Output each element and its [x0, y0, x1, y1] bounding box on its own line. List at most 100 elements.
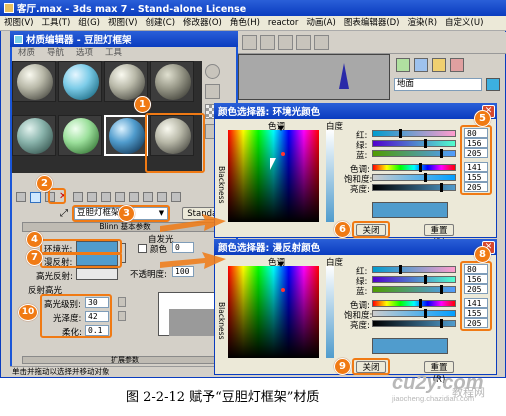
toolbar-btn-1[interactable]: [242, 35, 257, 50]
effects-channel-icon[interactable]: [115, 192, 125, 202]
picker2-value-slider[interactable]: [372, 319, 456, 328]
app-titlebar[interactable]: 客厅.max - 3ds max 7 - Stand-alone License: [0, 0, 506, 16]
menu-character[interactable]: 角色(H): [230, 16, 260, 30]
picker2-result-swatch: [372, 338, 448, 354]
picker2-red-slider[interactable]: [372, 265, 456, 274]
picker1-color-target: [281, 152, 285, 156]
go-parent-icon[interactable]: [157, 192, 167, 202]
menu-tools[interactable]: 工具(T): [41, 16, 70, 30]
picker1-saturation-slider[interactable]: [372, 173, 456, 182]
watermark-cn: 教程网: [452, 387, 485, 399]
app-menubar: 视图(V) 工具(T) 组(G) 视图(V) 创建(C) 修改器(O) 角色(H…: [0, 16, 506, 31]
toolbar-btn-5[interactable]: [314, 35, 329, 50]
material-sphere: [17, 118, 53, 154]
opacity-value-field[interactable]: 100: [172, 266, 194, 277]
menu-reactor[interactable]: reactor: [268, 16, 298, 30]
marker-8: 8: [474, 246, 491, 263]
material-sphere: [109, 64, 145, 100]
picker2-hue-slider[interactable]: [372, 299, 456, 308]
object-color-swatch[interactable]: [486, 78, 500, 91]
picker1-blue-slider[interactable]: [372, 149, 456, 158]
menu-view[interactable]: 视图(V): [4, 16, 33, 30]
mat-editor-title: 材质编辑器 - 豆胆灯框架: [26, 35, 132, 46]
blinn-rollout-header[interactable]: Blinn 基本参数: [22, 222, 228, 232]
sample-slot-2[interactable]: [58, 61, 102, 102]
pick-material-icon[interactable]: ⤢: [60, 208, 72, 220]
expand-params-rollout[interactable]: 扩展参数: [22, 356, 228, 364]
motion-tab-icon[interactable]: [450, 58, 464, 72]
sample-slot-5[interactable]: [12, 115, 56, 156]
picker2-green-slider[interactable]: [372, 275, 456, 284]
picker1-titlebar[interactable]: 颜色选择器: 环境光颜色 ✕: [214, 103, 497, 119]
menu-create[interactable]: 创建(C): [145, 16, 175, 30]
highlight-assign-button: [48, 188, 66, 204]
specular-label: 高光反射:: [36, 272, 73, 282]
picker1-red-slider[interactable]: [372, 129, 456, 138]
viewport[interactable]: [238, 54, 390, 100]
picker1-reset-button[interactable]: 重置(R): [424, 224, 454, 248]
watermark: cu2y.com 教程网 jiaocheng.chazidian.com: [392, 372, 502, 414]
toolbar-btn-2[interactable]: [260, 35, 275, 50]
specular-color-swatch[interactable]: [76, 268, 118, 280]
assign-to-selection-icon[interactable]: [30, 191, 41, 203]
unique-icon[interactable]: [87, 192, 97, 202]
toolbar-btn-4[interactable]: [296, 35, 311, 50]
material-sphere: [155, 64, 191, 100]
spec-level-map-button[interactable]: [118, 297, 126, 307]
go-sibling-icon[interactable]: [171, 192, 181, 202]
mat-menu-material[interactable]: 材质: [18, 47, 35, 60]
menu-modifiers[interactable]: 修改器(O): [183, 16, 222, 30]
highlight-picker2-close: [352, 358, 390, 375]
picker2-titlebar[interactable]: 颜色选择器: 漫反射颜色 ✕: [214, 239, 497, 255]
material-sphere: [63, 64, 99, 100]
color-label: 颜色: [150, 245, 168, 255]
mat-editor-titlebar[interactable]: 材质编辑器 - 豆胆灯框架: [10, 31, 238, 47]
picker1-result-swatch: [372, 202, 448, 218]
app-title: 客厅.max - 3ds max 7 - Stand-alone License: [17, 4, 247, 15]
sample-slot-1[interactable]: [12, 61, 56, 102]
menu-graph-editors[interactable]: 图表编辑器(D): [344, 16, 400, 30]
show-map-icon[interactable]: [129, 192, 139, 202]
copy-icon[interactable]: [73, 192, 83, 202]
picker2-saturation-slider[interactable]: [372, 309, 456, 318]
picker2-whiteness-bar[interactable]: [326, 266, 334, 358]
mat-menu-options[interactable]: 选项: [76, 47, 93, 60]
get-material-icon[interactable]: [16, 192, 26, 202]
sample-type-icon[interactable]: [205, 64, 220, 79]
picker1-hue-slider[interactable]: [372, 163, 456, 172]
menu-views[interactable]: 视图(V): [108, 16, 137, 30]
toolbar-btn-3[interactable]: [278, 35, 293, 50]
mat-menu-utilities[interactable]: 工具: [105, 47, 122, 60]
picker1-hue-blackness-area[interactable]: [228, 126, 319, 222]
picker2-title: 颜色选择器: 漫反射颜色: [218, 243, 321, 254]
color-value-field[interactable]: 0: [172, 242, 194, 253]
show-end-icon[interactable]: [143, 192, 153, 202]
object-name-field[interactable]: 地面: [394, 78, 482, 91]
material-sphere: [63, 118, 99, 154]
highlight-picker1-fields: [460, 125, 492, 195]
menu-animation[interactable]: 动画(A): [306, 16, 335, 30]
mat-menu-navigation[interactable]: 导航: [47, 47, 64, 60]
hierarchy-tab-icon[interactable]: [432, 58, 446, 72]
backlight-icon[interactable]: [205, 84, 220, 99]
marker-10: 10: [18, 304, 38, 321]
command-panel: 地面: [392, 54, 504, 100]
create-tab-icon[interactable]: [396, 58, 410, 72]
sample-slot-6[interactable]: [58, 115, 102, 156]
menu-rendering[interactable]: 渲染(R): [408, 16, 438, 30]
highlight-picker1-close: [352, 221, 390, 238]
picker1-whiteness-bar[interactable]: [326, 130, 334, 222]
picker1-green-slider[interactable]: [372, 139, 456, 148]
modify-tab-icon[interactable]: [414, 58, 428, 72]
sample-slot-4[interactable]: [150, 61, 194, 102]
color-checkbox[interactable]: [138, 244, 147, 253]
menu-customize[interactable]: 自定义(U): [445, 16, 483, 30]
sample-slot-7-active[interactable]: [104, 115, 148, 156]
glossiness-map-button[interactable]: [118, 311, 126, 321]
picker2-blue-slider[interactable]: [372, 285, 456, 294]
picker1-value-slider[interactable]: [372, 183, 456, 192]
menu-group[interactable]: 组(G): [78, 16, 100, 30]
material-sphere: [109, 118, 145, 154]
picker2-hue-blackness-area[interactable]: [228, 262, 319, 358]
put-library-icon[interactable]: [101, 192, 111, 202]
